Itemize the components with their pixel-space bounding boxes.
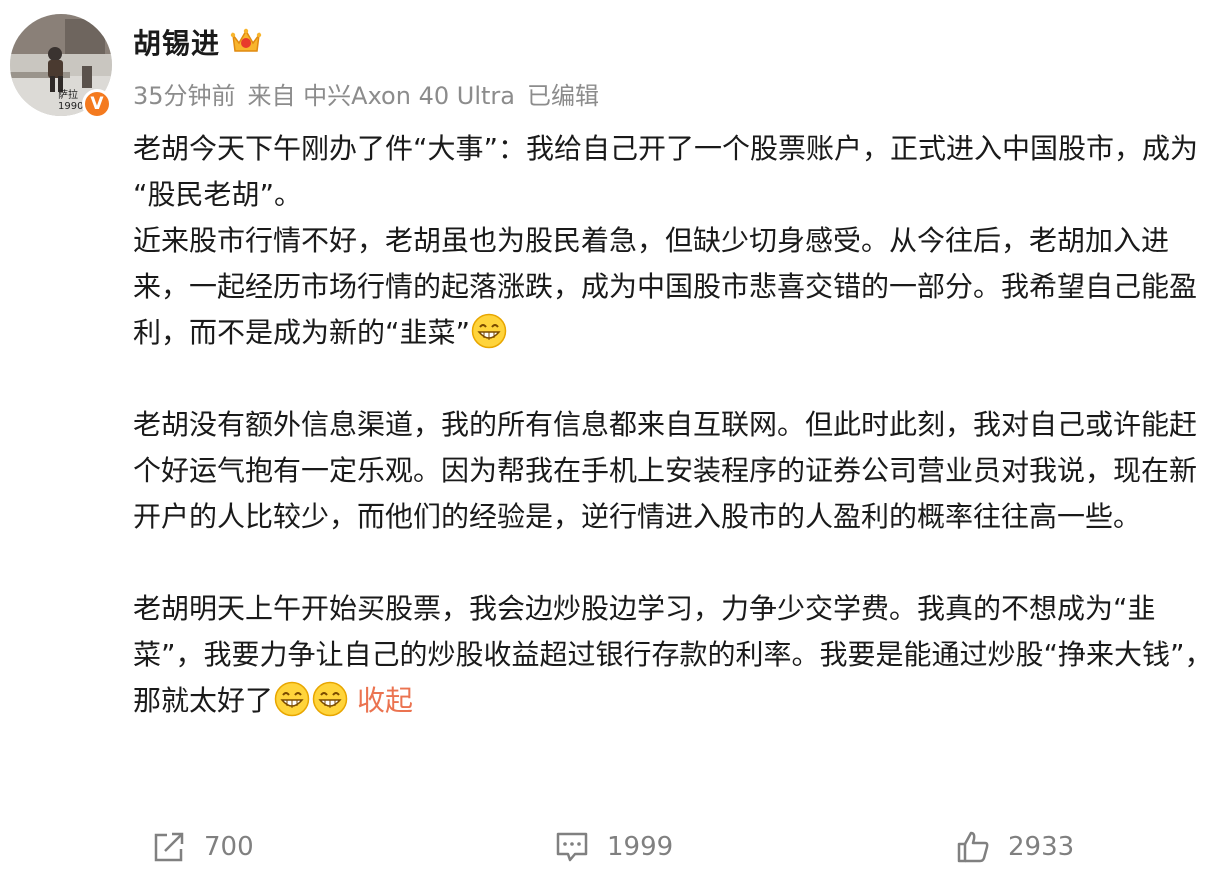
crown-icon[interactable] bbox=[230, 26, 262, 56]
post-text: 老胡今天下午刚办了件“大事”：我给自己开了一个股票账户，正式进入中国股市，成为 … bbox=[133, 132, 1199, 211]
post-paragraph-4: 老胡明天上午开始买股票，我会边炒股边学习，力争少交学费。我真的不想成为“韭菜”，… bbox=[133, 586, 1213, 724]
post-paragraph-1: 老胡今天下午刚办了件“大事”：我给自己开了一个股票账户，正式进入中国股市，成为 … bbox=[133, 126, 1213, 218]
post-time[interactable]: 35分钟前 bbox=[133, 82, 236, 110]
action-bar: 700 1999 2933 bbox=[0, 830, 1232, 876]
post-text: 老胡没有额外信息渠道，我的所有信息都来自互联网。但此时此刻，我对自己或许能赶个好… bbox=[133, 408, 1198, 533]
share-icon bbox=[154, 832, 184, 862]
post-meta: 35分钟前 来自 中兴Axon 40 Ultra 已编辑 bbox=[133, 76, 611, 111]
grin-emoji-icon bbox=[312, 681, 348, 717]
collapse-link[interactable]: 收起 bbox=[357, 684, 413, 717]
post-body: 老胡今天下午刚办了件“大事”：我给自己开了一个股票账户，正式进入中国股市，成为 … bbox=[133, 126, 1213, 724]
comment-button[interactable]: 1999 bbox=[555, 830, 673, 864]
like-icon bbox=[957, 831, 989, 863]
comment-icon bbox=[556, 832, 588, 862]
post-source: 来自 中兴Axon 40 Ultra bbox=[247, 82, 515, 110]
like-button[interactable]: 2933 bbox=[956, 830, 1074, 864]
verified-badge: V bbox=[82, 89, 112, 119]
grin-emoji-icon bbox=[471, 313, 507, 349]
username[interactable]: 胡锡进 bbox=[133, 22, 220, 62]
share-button[interactable]: 700 bbox=[152, 830, 254, 864]
edited-label[interactable]: 已编辑 bbox=[527, 82, 599, 110]
share-count: 700 bbox=[204, 832, 254, 862]
comment-count: 1999 bbox=[607, 832, 674, 862]
like-count: 2933 bbox=[1008, 832, 1075, 862]
post-text: 近来股市行情不好，老胡虽也为股民着急，但缺少切身感受。从今往后，老胡加入进来，一… bbox=[133, 224, 1198, 349]
post-paragraph-3: 老胡没有额外信息渠道，我的所有信息都来自互联网。但此时此刻，我对自己或许能赶个好… bbox=[133, 402, 1213, 540]
grin-emoji-icon bbox=[274, 681, 310, 717]
post-paragraph-2: 近来股市行情不好，老胡虽也为股民着急，但缺少切身感受。从今往后，老胡加入进来，一… bbox=[133, 218, 1213, 356]
